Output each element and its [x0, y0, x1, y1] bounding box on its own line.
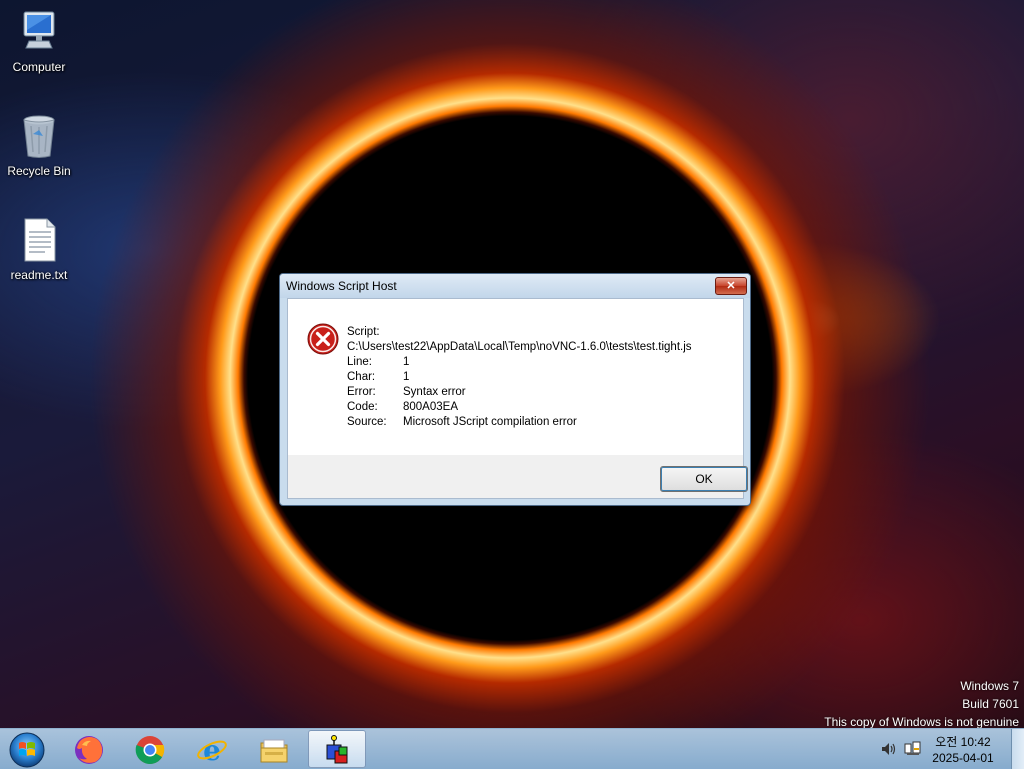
script-path: C:\Users\test22\AppData\Local\Temp\noVNC…: [347, 341, 692, 353]
detail-value: Syntax error: [403, 386, 466, 398]
taskbar-vnc-app[interactable]: [308, 730, 366, 768]
desktop-icon-label: readme.txt: [10, 268, 68, 282]
clock-date: 2025-04-01: [932, 751, 994, 765]
script-error-dialog: Windows Script Host ✕ Script: C:\Users\t…: [279, 273, 751, 506]
dialog-titlebar[interactable]: Windows Script Host ✕: [280, 274, 750, 298]
detail-value: Microsoft JScript compilation error: [403, 416, 577, 428]
chrome-icon: [135, 736, 165, 764]
desktop-icon-recycle-bin[interactable]: Recycle Bin: [1, 112, 77, 178]
detail-key: Source:: [347, 416, 387, 428]
internet-explorer-icon: e: [197, 734, 227, 766]
clock-time: 오전 10:42: [935, 735, 991, 749]
detail-key: Code:: [347, 401, 378, 413]
detail-value: 1: [403, 356, 410, 368]
dialog-title: Windows Script Host: [286, 279, 397, 293]
detail-row: Code: 800A03EA: [347, 400, 692, 415]
dialog-footer: OK: [287, 455, 748, 499]
taskbar: e 오전 10:42 2025-04-01: [0, 728, 1024, 769]
file-explorer-icon: [260, 739, 288, 763]
script-label: Script:: [347, 326, 380, 338]
taskbar-internet-explorer[interactable]: e: [183, 730, 241, 768]
detail-value: 1: [403, 371, 410, 383]
detail-key: Error:: [347, 386, 376, 398]
text-file-icon: [24, 218, 56, 262]
desktop-icon-label: Recycle Bin: [7, 164, 71, 178]
desktop-icon-computer[interactable]: Computer: [1, 8, 77, 74]
detail-key: Char:: [347, 371, 376, 383]
svg-text:e: e: [203, 734, 221, 766]
vnc-app-icon: [326, 735, 348, 764]
firefox-icon: [75, 736, 103, 764]
detail-row: Error: Syntax error: [347, 385, 692, 400]
watermark-build: Build 7601: [962, 697, 1019, 711]
clock[interactable]: 오전 10:42 2025-04-01: [928, 734, 998, 766]
desktop-icon-readme[interactable]: readme.txt: [1, 216, 77, 282]
watermark-os: Windows 7: [960, 679, 1019, 693]
start-orb-icon[interactable]: [8, 731, 46, 769]
dialog-content: Script: C:\Users\test22\AppData\Local\Te…: [287, 298, 744, 457]
windows-watermark: Windows 7 Build 7601 This copy of Window…: [824, 677, 1019, 731]
error-message: Script: C:\Users\test22\AppData\Local\Te…: [347, 325, 692, 430]
network-icon[interactable]: [904, 741, 922, 757]
desktop-icon-label: Computer: [12, 60, 66, 74]
recycle-bin-icon: [23, 115, 55, 158]
detail-row: Line: 1: [347, 355, 692, 370]
system-tray: 오전 10:42 2025-04-01: [874, 729, 1024, 769]
close-button[interactable]: ✕: [715, 277, 747, 295]
ok-button[interactable]: OK: [660, 466, 748, 492]
detail-key: Line:: [347, 356, 372, 368]
detail-row: Char: 1: [347, 370, 692, 385]
taskbar-firefox[interactable]: [60, 730, 118, 768]
taskbar-chrome[interactable]: [121, 730, 179, 768]
detail-value: 800A03EA: [403, 401, 458, 413]
detail-row: Source: Microsoft JScript compilation er…: [347, 415, 692, 430]
computer-icon: [23, 11, 55, 49]
taskbar-file-explorer[interactable]: [245, 730, 303, 768]
show-desktop-button[interactable]: [1011, 729, 1024, 769]
error-icon: [307, 323, 339, 355]
volume-icon[interactable]: [880, 741, 898, 757]
